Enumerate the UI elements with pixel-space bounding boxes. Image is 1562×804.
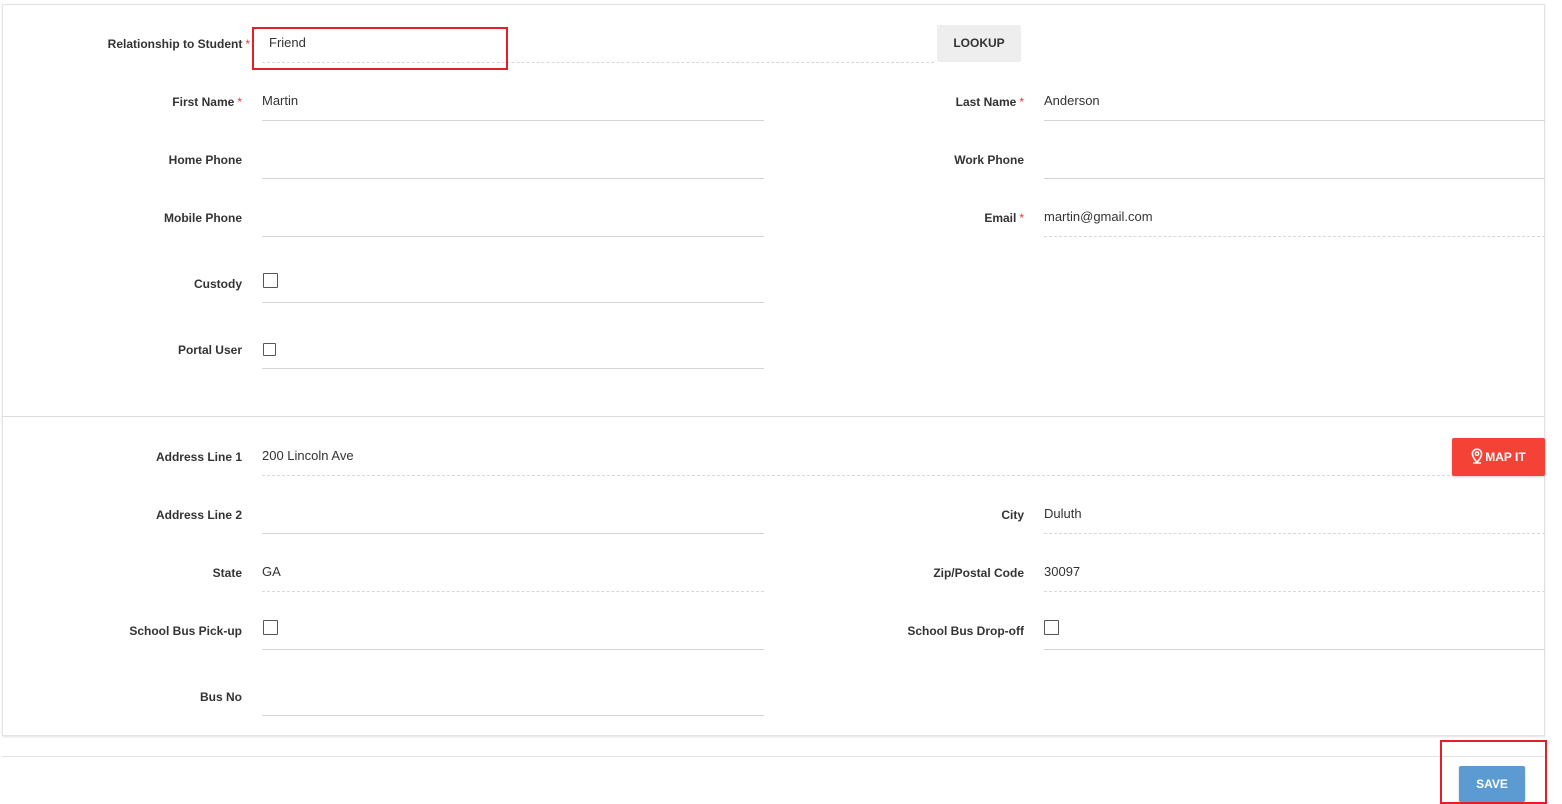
bus-no-input[interactable] — [262, 686, 764, 706]
city-input[interactable]: Duluth — [1044, 504, 1545, 524]
last-name-label: Last Name * — [955, 95, 1024, 109]
last-name-input[interactable]: Anderson — [1044, 91, 1545, 111]
first-name-label: First Name * — [172, 95, 242, 109]
work-phone-label: Work Phone — [954, 153, 1024, 167]
city-label: City — [1001, 508, 1024, 522]
address-line1-label: Address Line 1 — [155, 450, 242, 464]
state-input[interactable]: GA — [262, 562, 764, 582]
section-divider — [2, 416, 1545, 417]
zip-label: Zip/Postal Code — [933, 566, 1024, 580]
address-line2-label: Address Line 2 — [155, 508, 242, 522]
lookup-button[interactable]: LOOKUP — [937, 25, 1021, 62]
portal-user-label: Portal User — [177, 343, 242, 357]
bus-pickup-underline — [262, 649, 764, 650]
required-marker: * — [245, 37, 250, 51]
state-underline — [262, 591, 764, 592]
relationship-highlight — [252, 27, 508, 70]
mobile-phone-label: Mobile Phone — [164, 211, 242, 225]
map-pin-icon — [1471, 448, 1483, 465]
custody-checkbox[interactable] — [263, 273, 278, 288]
home-phone-underline — [262, 178, 764, 179]
bus-no-label: Bus No — [200, 690, 242, 704]
mobile-phone-input[interactable] — [262, 207, 764, 227]
bus-dropoff-checkbox[interactable] — [1044, 620, 1059, 635]
relationship-label: Relationship to Student * — [107, 37, 250, 51]
address-line2-underline — [262, 533, 764, 534]
zip-underline — [1044, 591, 1545, 592]
address-line1-input[interactable]: 200 Lincoln Ave — [262, 446, 1442, 466]
last-name-underline — [1044, 120, 1545, 121]
required-marker: * — [1019, 95, 1024, 109]
first-name-underline — [262, 120, 764, 121]
zip-input[interactable]: 30097 — [1044, 562, 1545, 582]
custody-label: Custody — [194, 277, 242, 291]
email-input[interactable]: martin@gmail.com — [1044, 207, 1545, 227]
address-line2-input[interactable] — [262, 504, 764, 524]
map-it-button[interactable]: MAP IT — [1452, 438, 1545, 476]
portal-user-underline — [262, 368, 764, 369]
email-underline — [1044, 236, 1545, 237]
email-label: Email * — [984, 211, 1024, 225]
footer-divider — [2, 756, 1545, 757]
required-marker: * — [237, 95, 242, 109]
required-marker: * — [1019, 211, 1024, 225]
first-name-input[interactable]: Martin — [262, 91, 764, 111]
home-phone-label: Home Phone — [168, 153, 242, 167]
custody-underline — [262, 302, 764, 303]
work-phone-input[interactable] — [1044, 149, 1545, 169]
bus-pickup-label: School Bus Pick-up — [129, 624, 242, 638]
map-it-label: MAP IT — [1485, 450, 1526, 464]
bus-pickup-checkbox[interactable] — [263, 620, 278, 635]
portal-user-checkbox[interactable] — [263, 343, 276, 356]
mobile-phone-underline — [262, 236, 764, 237]
save-highlight — [1440, 740, 1547, 804]
address-line1-underline — [262, 475, 1545, 476]
state-label: State — [212, 566, 242, 580]
bus-dropoff-underline — [1044, 649, 1545, 650]
bus-dropoff-label: School Bus Drop-off — [907, 624, 1024, 638]
city-underline — [1044, 533, 1545, 534]
home-phone-input[interactable] — [262, 149, 764, 169]
work-phone-underline — [1044, 178, 1545, 179]
bus-no-underline — [262, 715, 764, 716]
